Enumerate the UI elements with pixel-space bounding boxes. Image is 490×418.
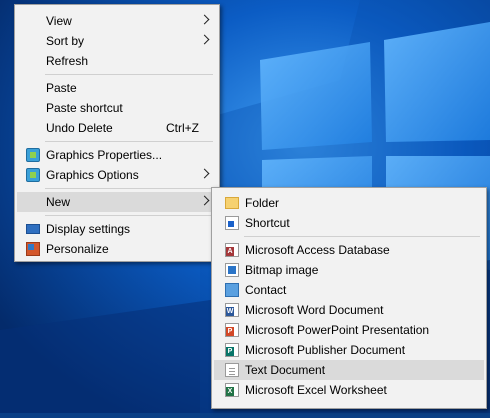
new-item-contact-label: Contact [245,283,287,297]
menu-item-refresh-label: Refresh [46,54,89,68]
menu-item-sort-by-label: Sort by [46,34,85,48]
new-item-text-document[interactable]: Text Document [214,360,484,380]
powerpoint-badge: P [226,327,234,336]
personalize-icon [26,242,40,256]
new-item-access-database[interactable]: A Microsoft Access Database [214,240,484,260]
display-settings-icon [26,224,40,234]
intel-graphics-icon [26,148,40,162]
menu-separator [45,141,213,142]
access-badge: A [226,247,234,256]
menu-item-paste-shortcut-label: Paste shortcut [46,101,123,115]
shortcut-icon [225,216,239,230]
new-item-excel-label: Microsoft Excel Worksheet [245,383,387,397]
menu-item-view-label: View [46,14,72,28]
menu-item-undo-delete[interactable]: Undo Delete Ctrl+Z [17,118,217,138]
chevron-right-icon [199,34,210,45]
menu-item-graphics-options-label: Graphics Options [46,168,139,182]
menu-item-graphics-options[interactable]: Graphics Options [17,165,217,185]
menu-item-refresh[interactable]: Refresh [17,51,217,71]
bitmap-image-icon [225,263,239,277]
menu-item-view[interactable]: View [17,11,217,31]
word-badge: W [226,307,234,316]
menu-item-display-settings-label: Display settings [46,222,131,236]
new-item-publisher-document[interactable]: P Microsoft Publisher Document [214,340,484,360]
menu-separator [45,74,213,75]
publisher-badge: P [226,347,234,356]
menu-item-personalize[interactable]: Personalize [17,239,217,259]
menu-item-paste[interactable]: Paste [17,78,217,98]
menu-item-graphics-properties-label: Graphics Properties... [46,148,163,162]
text-document-icon [225,363,239,377]
menu-item-paste-shortcut[interactable]: Paste shortcut [17,98,217,118]
chevron-right-icon [199,14,210,25]
new-item-word-label: Microsoft Word Document [245,303,384,317]
chevron-right-icon [199,195,210,206]
new-item-contact[interactable]: Contact [214,280,484,300]
menu-separator [244,236,480,237]
folder-icon [225,197,239,209]
keyboard-shortcut-ctrl-z: Ctrl+Z [166,121,199,135]
new-item-text-label: Text Document [245,363,326,377]
desktop-context-menu: View Sort by Refresh Paste Paste shortcu… [14,4,220,262]
new-item-access-label: Microsoft Access Database [245,243,390,257]
new-submenu: Folder Shortcut A Microsoft Access Datab… [211,187,487,409]
menu-item-new[interactable]: New [17,192,217,212]
menu-item-sort-by[interactable]: Sort by [17,31,217,51]
menu-item-new-label: New [46,195,71,209]
excel-worksheet-icon: X [225,383,239,397]
access-database-icon: A [225,243,239,257]
excel-badge: X [226,387,234,396]
menu-separator [45,215,213,216]
new-item-publisher-label: Microsoft Publisher Document [245,343,406,357]
new-item-powerpoint-label: Microsoft PowerPoint Presentation [245,323,430,337]
new-item-excel-worksheet[interactable]: X Microsoft Excel Worksheet [214,380,484,400]
powerpoint-presentation-icon: P [225,323,239,337]
new-item-shortcut[interactable]: Shortcut [214,213,484,233]
word-document-icon: W [225,303,239,317]
new-item-bitmap-image[interactable]: Bitmap image [214,260,484,280]
menu-item-paste-label: Paste [46,81,77,95]
new-item-folder[interactable]: Folder [214,193,484,213]
chevron-right-icon [199,168,210,179]
menu-item-display-settings[interactable]: Display settings [17,219,217,239]
new-item-bitmap-label: Bitmap image [245,263,319,277]
menu-item-personalize-label: Personalize [46,242,109,256]
menu-separator [45,188,213,189]
new-item-word-document[interactable]: W Microsoft Word Document [214,300,484,320]
new-item-folder-label: Folder [245,196,280,210]
menu-item-graphics-properties[interactable]: Graphics Properties... [17,145,217,165]
new-item-powerpoint-presentation[interactable]: P Microsoft PowerPoint Presentation [214,320,484,340]
intel-graphics-icon [26,168,40,182]
publisher-document-icon: P [225,343,239,357]
new-item-shortcut-label: Shortcut [245,216,290,230]
contact-card-icon [225,283,239,297]
menu-item-undo-delete-label: Undo Delete [46,121,113,135]
